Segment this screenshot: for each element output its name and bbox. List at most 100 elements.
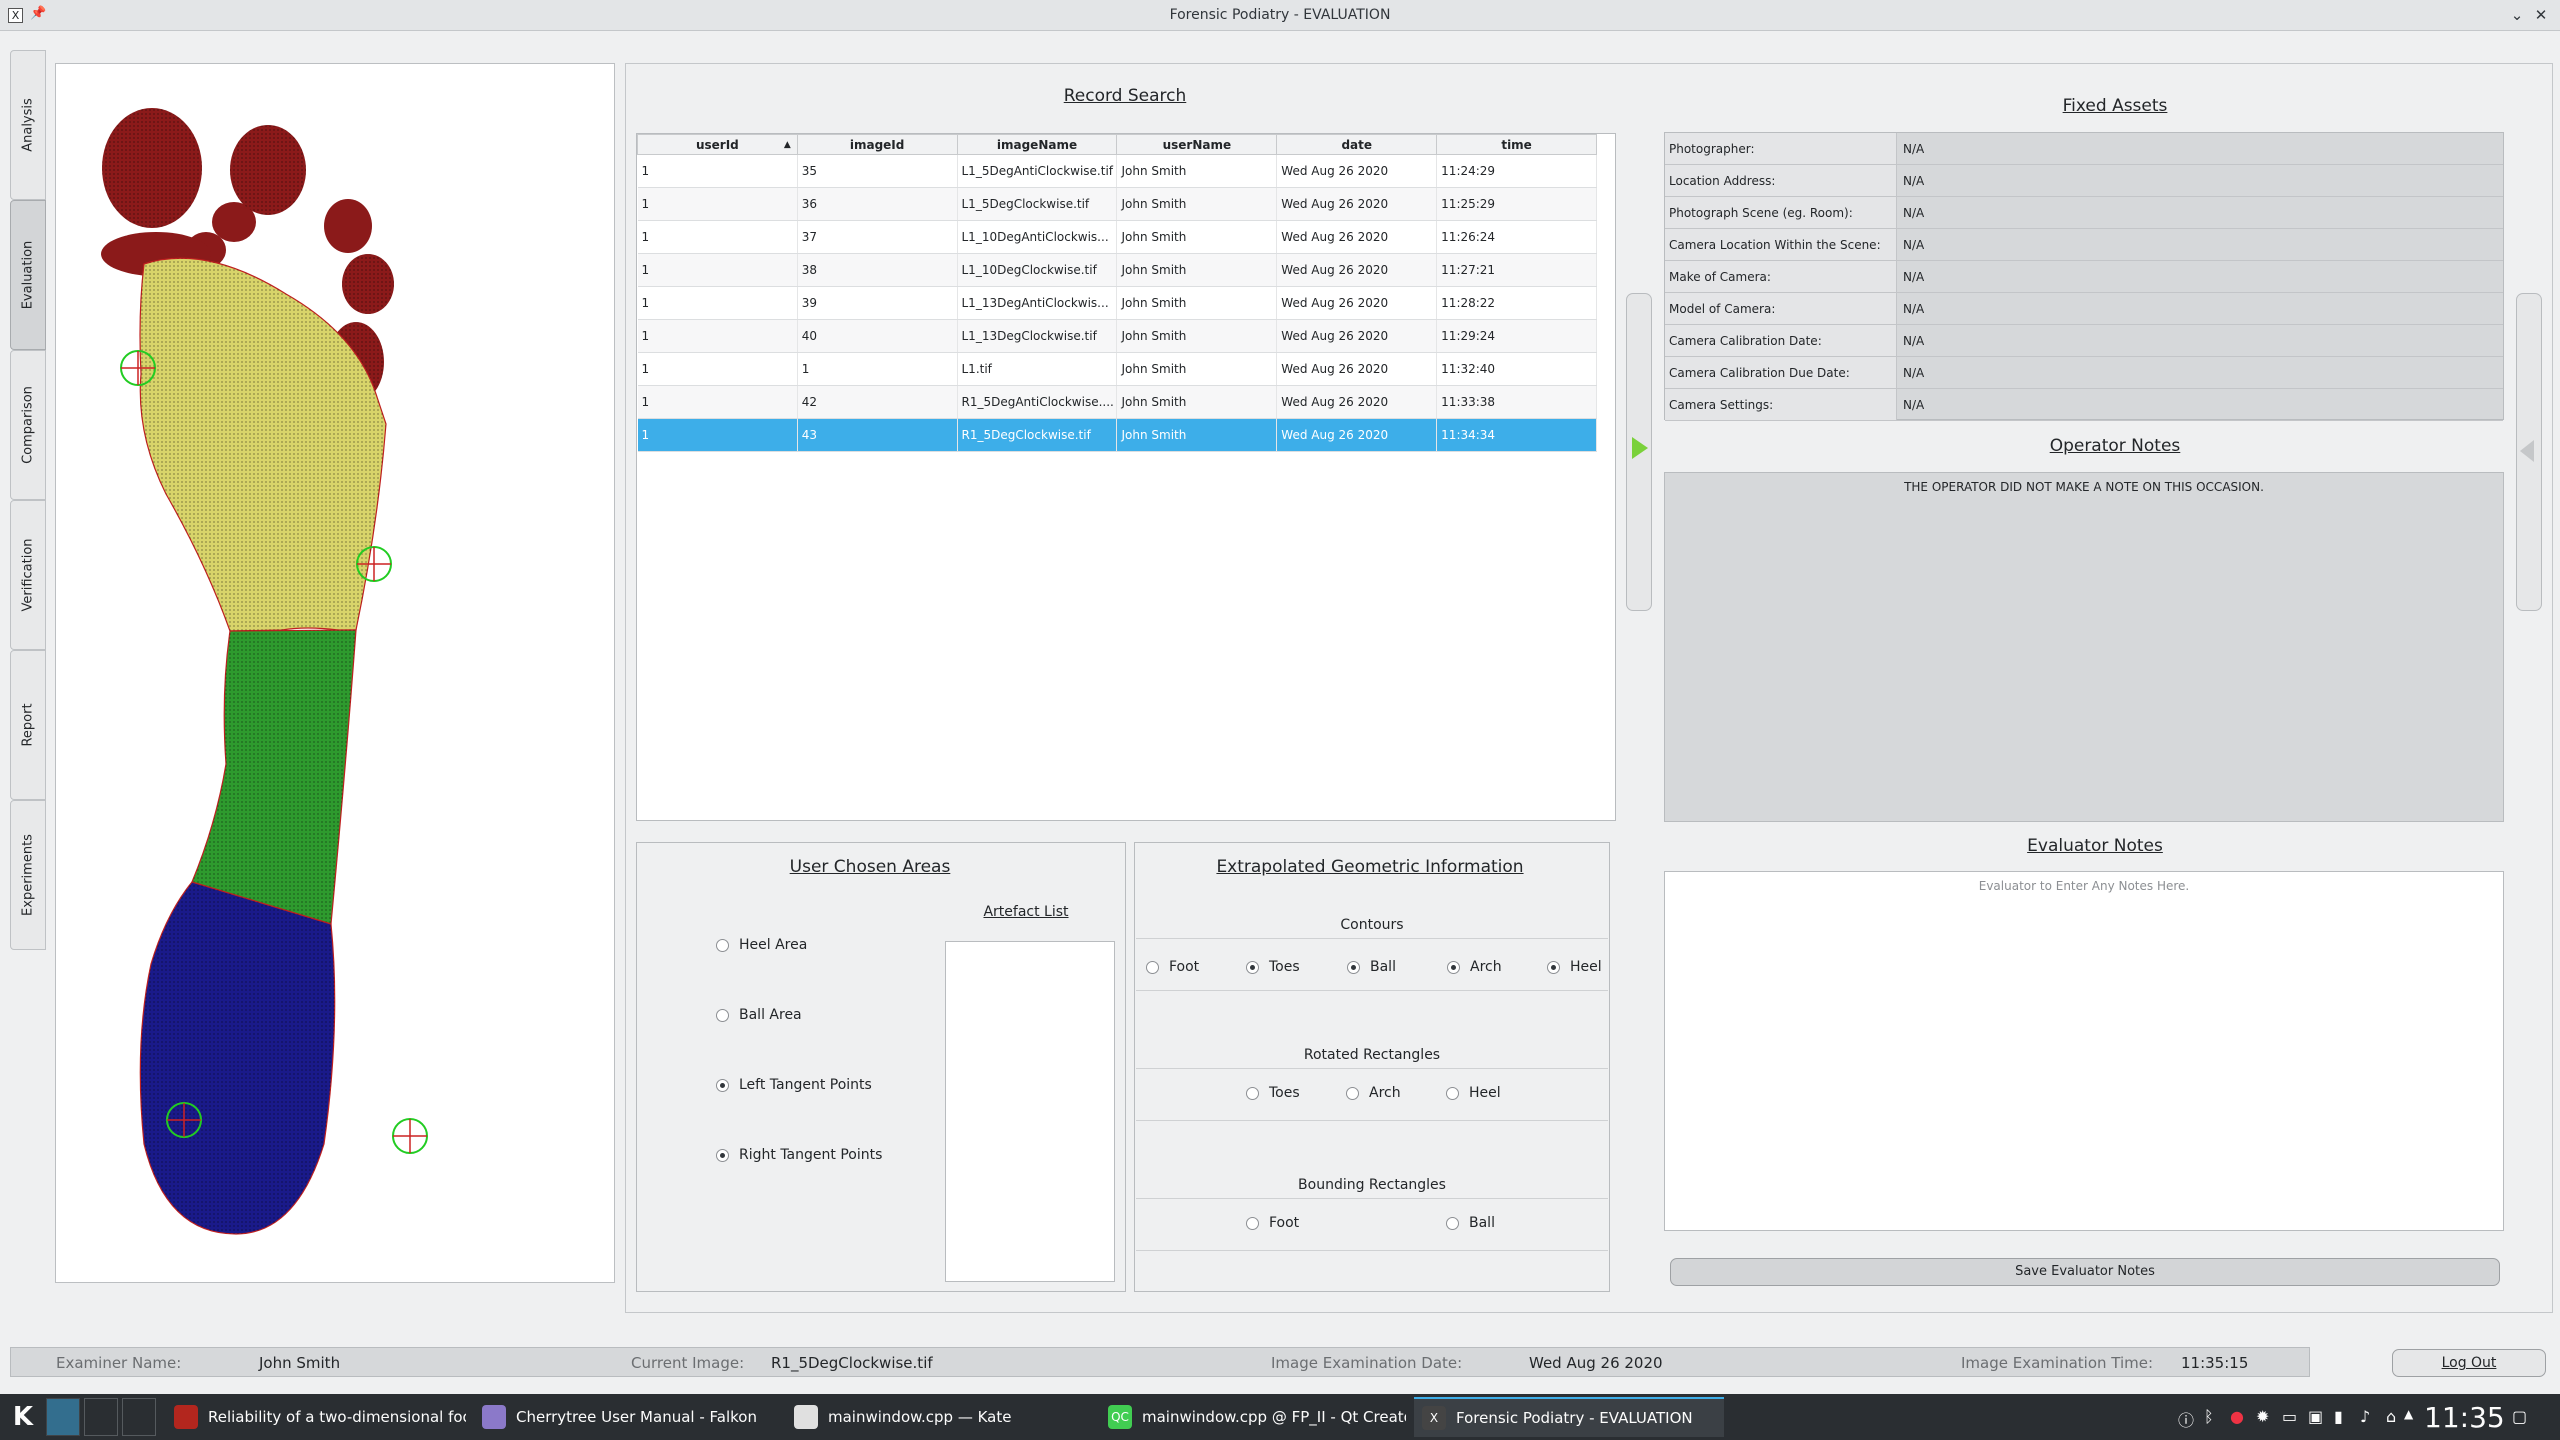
column-header[interactable]: imageId — [796, 134, 958, 155]
taskbar-task-label: Cherrytree User Manual - Falkon — [516, 1408, 757, 1426]
contour-foot-radio[interactable]: Foot — [1146, 959, 1199, 975]
column-header[interactable]: date — [1276, 134, 1438, 155]
close-icon[interactable]: ✕ — [2530, 4, 2552, 26]
updates-icon[interactable]: ⓘ — [2178, 1407, 2194, 1431]
asset-label: Location Address: — [1665, 165, 1897, 196]
desktop-pager-2[interactable] — [84, 1398, 118, 1436]
asset-value: N/A — [1903, 302, 1925, 316]
tab-experiments[interactable]: Experiments — [10, 800, 46, 950]
table-row[interactable]: 1 43 R1_5DegClockwise.tif John Smith Wed Aug… — [637, 418, 1597, 452]
rotated-heel-radio[interactable]: Heel — [1446, 1085, 1501, 1101]
contour-toes-radio[interactable]: Toes — [1246, 959, 1300, 975]
table-cell: John Smith — [1116, 352, 1278, 386]
table-cell: Wed Aug 26 2020 — [1276, 319, 1438, 353]
operator-notes-text: THE OPERATOR DID NOT MAKE A NOTE ON THIS… — [1904, 480, 2264, 494]
exam-date-value: Wed Aug 26 2020 — [1529, 1354, 1663, 1372]
taskbar-task[interactable]: Cherrytree User Manual - Falkon — [474, 1397, 778, 1437]
ball-area-radio[interactable]: Ball Area — [716, 1007, 802, 1023]
tab-evaluation[interactable]: Evaluation — [10, 200, 46, 350]
column-header[interactable]: imageName — [956, 134, 1118, 155]
table-cell: Wed Aug 26 2020 — [1276, 187, 1438, 221]
radio-label: Left Tangent Points — [739, 1077, 872, 1093]
radio-label: Right Tangent Points — [739, 1147, 883, 1163]
taskbar-task[interactable]: Reliability of a two-dimensional foot... — [166, 1397, 466, 1437]
radio-indicator — [716, 1148, 729, 1162]
right-tangent-points-radio[interactable]: Right Tangent Points — [716, 1147, 882, 1163]
table-row[interactable]: 1 36 L1_5DegClockwise.tif John Smith Wed Aug… — [637, 187, 1597, 221]
notifications-icon[interactable]: ● — [2230, 1407, 2244, 1426]
table-cell: John Smith — [1116, 286, 1278, 320]
save-evaluator-notes-button[interactable]: Save Evaluator Notes — [1670, 1258, 2500, 1286]
rotated-arch-radio[interactable]: Arch — [1346, 1085, 1401, 1101]
radio-indicator — [1347, 960, 1360, 974]
table-cell: 1 — [637, 385, 798, 419]
application-launcher-icon[interactable]: K — [8, 1402, 38, 1432]
table-row[interactable]: 1 38 L1_10DegClockwise.tif John Smith Wed Au… — [637, 253, 1597, 287]
table-cell: John Smith — [1116, 385, 1278, 419]
table-header: userId ▲ imageId imageName userName date … — [637, 134, 1597, 155]
table-cell: 11:27:21 — [1436, 253, 1597, 287]
asset-label: Photographer: — [1665, 133, 1897, 164]
footprint-image — [101, 108, 428, 1235]
contour-heel-radio[interactable]: Heel — [1547, 959, 1602, 975]
desktop-pager-3[interactable] — [122, 1398, 156, 1436]
tray-expand-icon[interactable]: ▲ — [2404, 1407, 2413, 1421]
radio-label: Toes — [1269, 959, 1300, 975]
tab-report[interactable]: Report — [10, 650, 46, 800]
asset-row: Camera Calibration Date: N/A — [1665, 325, 2503, 357]
log-out-button[interactable]: Log Out — [2392, 1349, 2546, 1377]
bluetooth-icon[interactable]: ᛒ — [2204, 1407, 2214, 1426]
operator-notes-field: THE OPERATOR DID NOT MAKE A NOTE ON THIS… — [1664, 472, 2504, 822]
table-cell: 11:28:22 — [1436, 286, 1597, 320]
network-icon[interactable]: ⌂ — [2386, 1407, 2396, 1426]
bounding-ball-radio[interactable]: Ball — [1446, 1215, 1495, 1231]
battery-icon[interactable]: ▮ — [2334, 1407, 2343, 1426]
column-header[interactable]: userName — [1116, 134, 1278, 155]
asset-label: Model of Camera: — [1665, 293, 1897, 324]
falkon-icon — [482, 1405, 506, 1429]
clock[interactable]: 11:35 — [2424, 1401, 2505, 1434]
contour-arch-radio[interactable]: Arch — [1447, 959, 1502, 975]
display-icon[interactable]: ▭ — [2282, 1407, 2297, 1426]
table-cell: L1_13DegClockwise.tif — [957, 319, 1118, 353]
taskbar-task-label: Reliability of a two-dimensional foot... — [208, 1408, 466, 1426]
bounding-rectangles-label: Bounding Rectangles — [1298, 1177, 1446, 1193]
taskbar-task[interactable]: QC mainwindow.cpp @ FP_II - Qt Creator — [1100, 1397, 1406, 1437]
minimize-icon[interactable]: ⌄ — [2506, 4, 2528, 26]
table-cell: Wed Aug 26 2020 — [1276, 418, 1438, 452]
record-search-table[interactable]: userId ▲ imageId imageName userName date … — [636, 133, 1616, 821]
left-tangent-points-radio[interactable]: Left Tangent Points — [716, 1077, 872, 1093]
taskbar-task[interactable]: X Forensic Podiatry - EVALUATION — [1414, 1397, 1724, 1437]
column-header[interactable]: userId ▲ — [637, 134, 798, 155]
tab-verification[interactable]: Verification — [10, 500, 46, 650]
contour-ball-radio[interactable]: Ball — [1347, 959, 1396, 975]
show-desktop-icon[interactable]: ▢ — [2512, 1407, 2527, 1426]
heel-area-radio[interactable]: Heel Area — [716, 937, 807, 953]
tab-analysis[interactable]: Analysis — [10, 50, 46, 200]
table-row[interactable]: 1 39 L1_13DegAntiClockwis... John Smith Wed … — [637, 286, 1597, 320]
rotated-rectangles-label: Rotated Rectangles — [1303, 1047, 1441, 1063]
table-row[interactable]: 1 42 R1_5DegAntiClockwise.... John Smith Wed… — [637, 385, 1597, 419]
taskbar-task[interactable]: mainwindow.cpp — Kate — [786, 1397, 1092, 1437]
table-row[interactable]: 1 37 L1_10DegAntiClockwis... John Smith Wed … — [637, 220, 1597, 254]
clipboard-icon[interactable]: ▣ — [2308, 1407, 2323, 1426]
table-row[interactable]: 1 35 L1_5DegAntiClockwise.tif John Smith Wed… — [637, 154, 1597, 188]
rotated-toes-radio[interactable]: Toes — [1246, 1085, 1300, 1101]
volume-icon[interactable]: ♪ — [2360, 1407, 2370, 1426]
table-cell: 43 — [797, 418, 958, 452]
table-cell: Wed Aug 26 2020 — [1276, 154, 1438, 188]
brightness-icon[interactable]: ✹ — [2256, 1407, 2269, 1426]
tab-comparison[interactable]: Comparison — [10, 350, 46, 500]
column-header[interactable]: time — [1436, 134, 1597, 155]
table-row[interactable]: 1 40 L1_13DegClockwise.tif John Smith Wed Au… — [637, 319, 1597, 353]
table-cell: 1 — [637, 286, 798, 320]
evaluator-notes-input[interactable]: Evaluator to Enter Any Notes Here. — [1664, 871, 2504, 1231]
artefact-list[interactable] — [945, 941, 1115, 1282]
bounding-foot-radio[interactable]: Foot — [1246, 1215, 1299, 1231]
table-row[interactable]: 1 1 L1.tif John Smith Wed Aug 26 2020 11:32:4… — [637, 352, 1597, 386]
table-cell: 38 — [797, 253, 958, 287]
asset-label: Camera Location Within the Scene: — [1665, 229, 1897, 260]
desktop-pager-1[interactable] — [46, 1398, 80, 1436]
table-cell: 11:24:29 — [1436, 154, 1597, 188]
main-tab-bar: Analysis Evaluation Comparison Verificat… — [10, 50, 46, 950]
